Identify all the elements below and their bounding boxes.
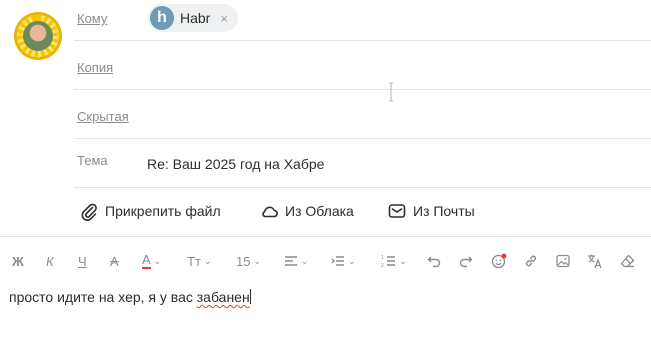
align-button[interactable]: ⌄ [284,250,309,272]
from-mail-label: Из Почты [413,203,475,219]
text-caret [249,289,251,304]
underline-label: Ч [78,253,87,269]
message-body[interactable]: просто идите на хер, я у вас забанен [9,289,251,305]
to-label[interactable]: Кому [77,11,107,26]
from-cloud-button[interactable]: Из Облака [259,201,354,221]
bold-button[interactable]: Ж [12,250,24,272]
indent-icon [331,256,344,266]
recipient-name: Habr [180,10,211,26]
underline-button[interactable]: Ч [78,250,87,272]
sender-avatar[interactable] [14,12,62,60]
paperclip-icon [81,203,97,221]
chevron-down-icon: ⌄ [153,255,162,266]
attach-file-label: Прикрепить файл [105,203,221,219]
strikethrough-button[interactable]: А [110,250,119,272]
body-text: просто идите на хер, я у вас [9,289,197,305]
toolbar-divider [0,236,651,237]
eraser-icon [620,254,635,268]
undo-button[interactable] [427,250,441,272]
clear-format-button[interactable] [620,250,635,272]
list-button[interactable]: 12 ⌄ [381,250,407,272]
text-color-button[interactable]: А ⌄ [142,250,161,272]
remove-recipient-icon[interactable]: × [220,11,228,26]
formatting-toolbar: Ж К Ч А А ⌄ Тт ⌄ 15 ⌄ ⌄ ⌄ 12 ⌄ [0,250,651,272]
subject-divider [74,187,651,188]
misspelled-word[interactable]: забанен [197,289,250,305]
chevron-down-icon: ⌄ [399,255,407,266]
emoji-icon [491,253,507,269]
attach-file-button[interactable]: Прикрепить файл [79,201,221,221]
undo-icon [427,256,441,268]
svg-text:1: 1 [381,255,384,261]
italic-button[interactable]: К [46,250,54,272]
redo-button[interactable] [459,250,473,272]
habr-logo-icon: h [150,6,174,30]
emoji-button[interactable] [491,250,507,272]
envelope-icon [388,204,406,218]
mouse-ibeam-icon [389,82,393,102]
font-size-select[interactable]: 15 ⌄ [236,250,261,272]
cc-label[interactable]: Копия [77,60,113,75]
translate-button[interactable] [587,250,603,272]
from-cloud-label: Из Облака [285,203,354,219]
font-style-label: Тт [187,253,201,269]
italic-label: К [46,253,54,269]
chevron-down-icon: ⌄ [348,255,356,266]
cc-divider [74,89,651,90]
image-icon [556,254,570,268]
to-divider [74,40,651,41]
bcc-divider [74,138,651,139]
avatar-photo [23,21,53,51]
numbered-list-icon: 12 [381,255,395,268]
font-size-value: 15 [236,253,251,269]
from-mail-button[interactable]: Из Почты [387,201,475,221]
subject-input[interactable]: Re: Ваш 2025 год на Хабре [147,156,324,172]
chevron-down-icon: ⌄ [203,255,212,266]
strikethrough-label: А [110,253,119,269]
link-button[interactable] [524,250,538,272]
bcc-label[interactable]: Скрытая [77,109,129,124]
translate-icon [588,254,602,269]
indent-button[interactable]: ⌄ [331,250,356,272]
font-style-button[interactable]: Тт ⌄ [187,250,211,272]
text-color-label: А [142,252,151,269]
subject-label: Тема [77,153,108,168]
link-icon [525,255,537,267]
recipient-chip[interactable]: h Habr × [148,4,238,32]
svg-text:2: 2 [381,263,384,268]
bold-label: Ж [12,253,24,269]
image-button[interactable] [556,250,570,272]
chevron-down-icon: ⌄ [253,255,262,266]
cloud-icon [262,206,278,218]
chevron-down-icon: ⌄ [301,255,309,266]
redo-icon [459,256,473,268]
align-left-icon [285,256,297,266]
